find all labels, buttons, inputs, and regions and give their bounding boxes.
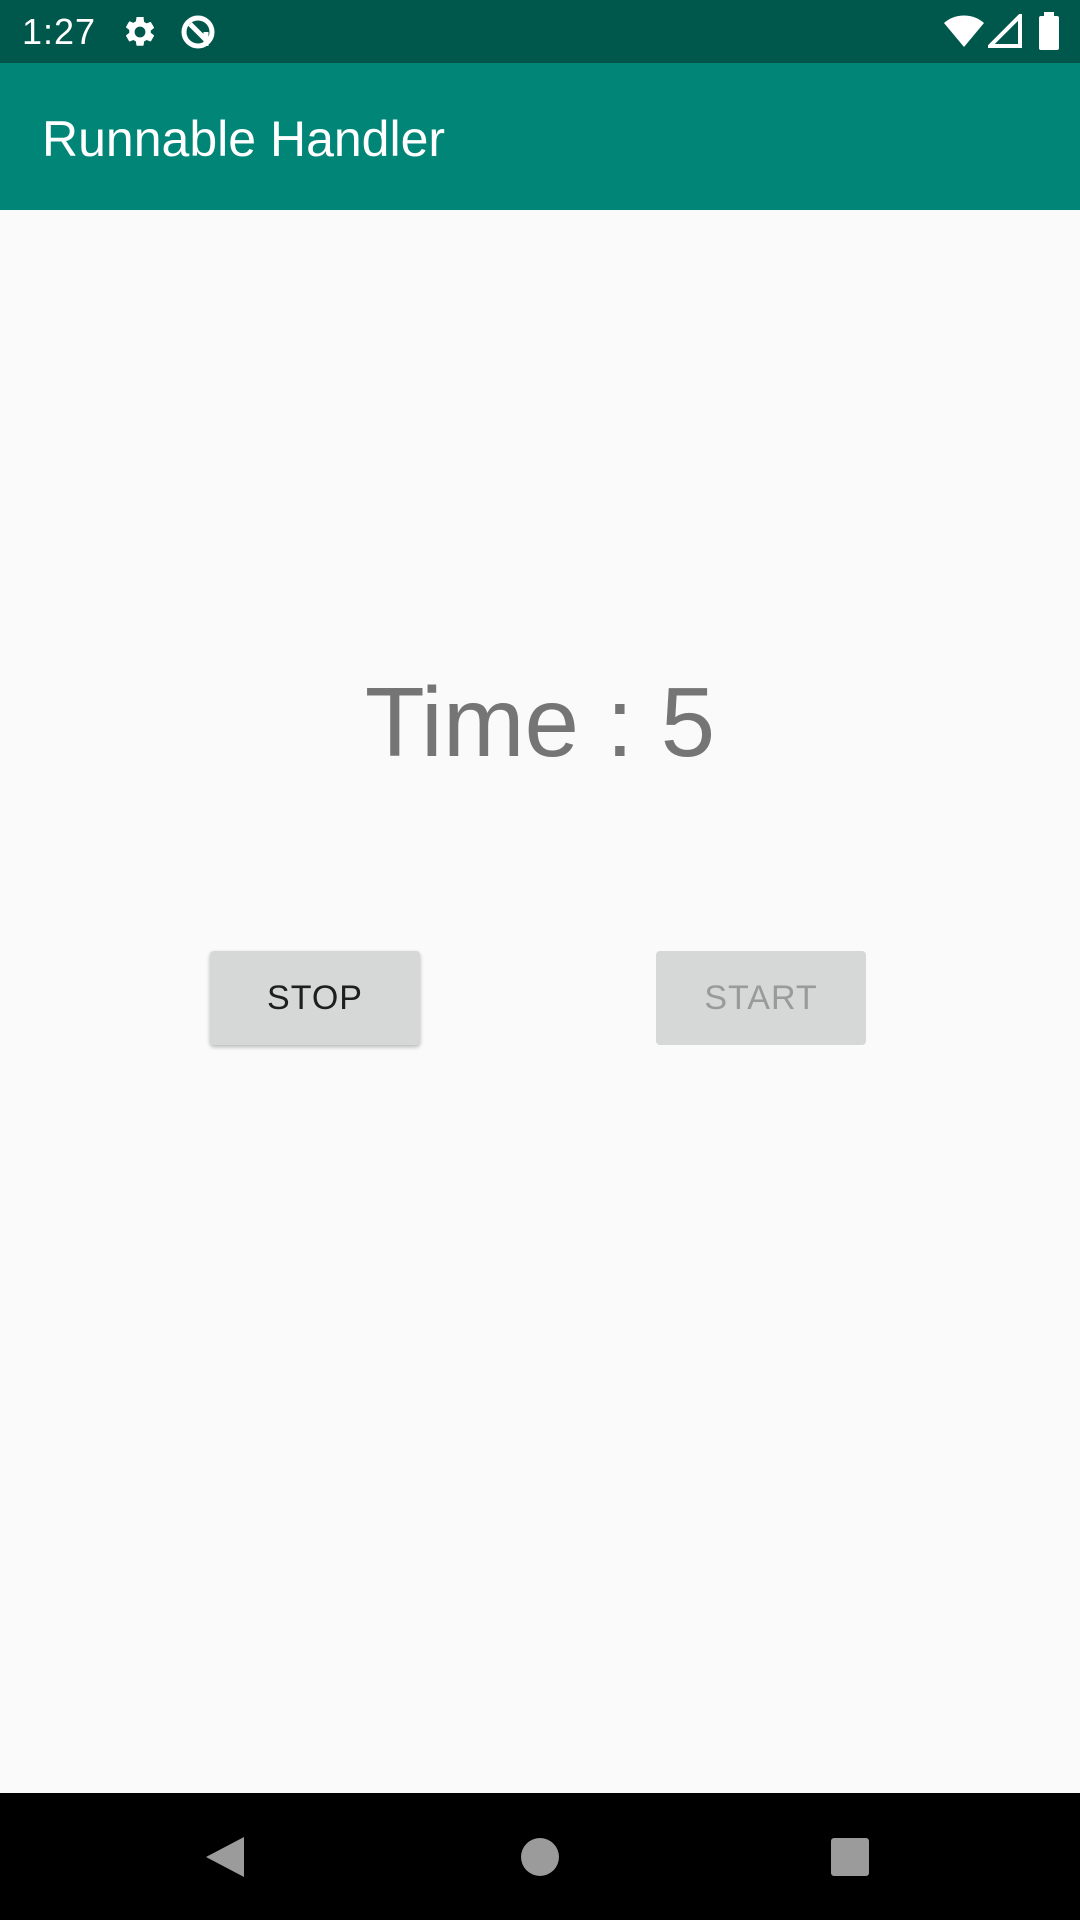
settings-icon	[122, 14, 158, 55]
start-button: START	[656, 951, 866, 1045]
battery-icon	[1038, 12, 1060, 55]
wifi-icon	[944, 14, 984, 53]
home-icon[interactable]	[520, 1837, 560, 1882]
status-time: 1:27	[22, 11, 97, 52]
time-display: Time : 5	[364, 667, 716, 777]
navigation-bar	[0, 1793, 1080, 1920]
main-content: Time : 5 STOP START	[0, 210, 1080, 1793]
app-title: Runnable Handler	[42, 111, 446, 167]
recents-icon[interactable]	[830, 1837, 870, 1882]
app-bar: Runnable Handler	[0, 63, 1080, 210]
stop-button[interactable]: STOP	[210, 951, 420, 1045]
back-icon[interactable]	[204, 1835, 246, 1884]
data-saver-icon	[178, 12, 218, 57]
status-bar: 1:27	[0, 0, 1080, 63]
signal-icon	[985, 11, 1022, 53]
